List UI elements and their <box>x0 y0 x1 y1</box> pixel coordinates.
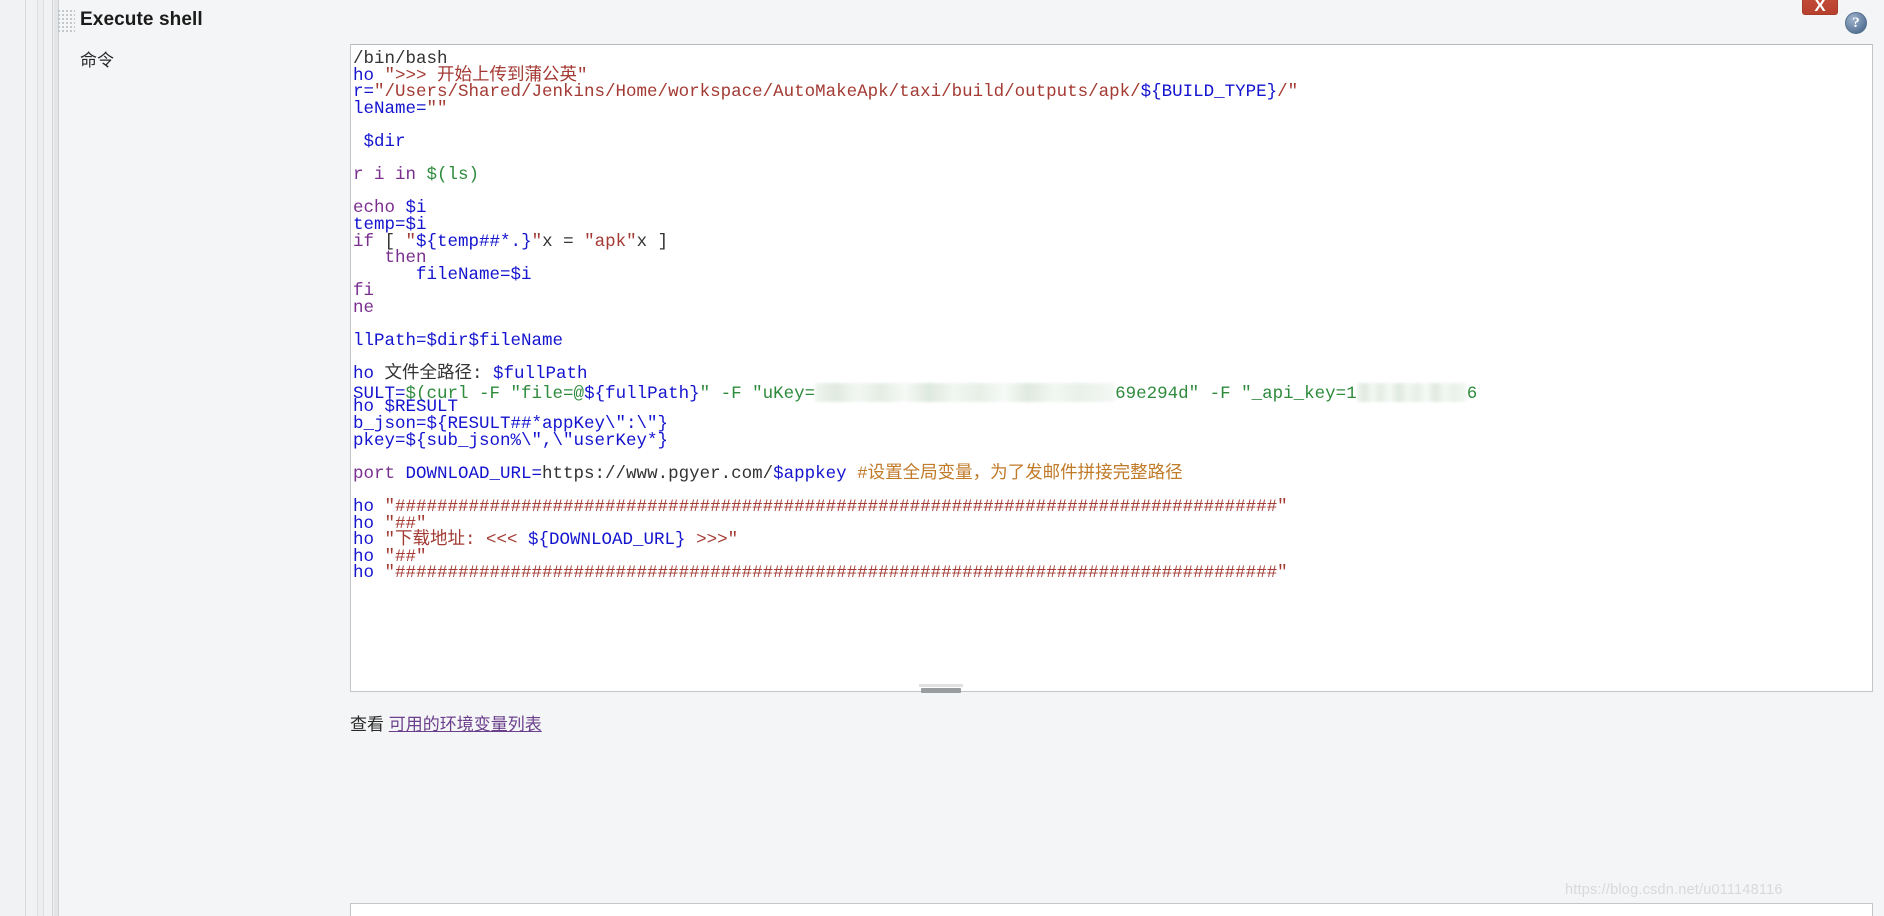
code-token: ${DOWNLOAD_URL} <box>528 530 686 551</box>
page-title: Execute shell <box>80 9 203 30</box>
code-token: 6 <box>1466 383 1478 404</box>
code-token: ${BUILD_TYPE} <box>1140 82 1278 103</box>
code-line: then <box>353 249 1872 267</box>
code-token: x ] <box>636 231 669 252</box>
code-token: llPath= <box>353 331 427 352</box>
code-line: fileName=$i <box>353 264 1872 285</box>
code-token: "file=@ <box>510 383 585 404</box>
redacted-key <box>815 382 1116 402</box>
code-token: 文件全路径: <box>384 364 494 385</box>
code-line: fi <box>353 283 1872 301</box>
code-token: DOWNLOAD_URL= <box>405 463 543 484</box>
code-token: leName= <box>353 98 427 119</box>
code-token: ho <box>353 364 385 385</box>
code-token: "_api_key=1 <box>1241 383 1357 404</box>
code-token: #设置全局变量，为了发邮件拼接完整路径 <box>846 463 1183 484</box>
redacted-key <box>1356 382 1467 402</box>
env-vars-prefix: 查看 <box>350 715 384 734</box>
code-token: ne <box>353 297 375 318</box>
code-line: r i in $(ls) <box>353 165 1872 186</box>
code-line: llPath=$dir$fileName <box>353 331 1872 352</box>
close-icon[interactable]: X <box>1802 0 1838 15</box>
code-token: $dir$fileName <box>426 331 564 352</box>
command-textarea[interactable]: /bin/bash ho ">>> 开始上传到蒲公英" r="/Users/Shar… <box>350 44 1873 692</box>
code-token: ho <box>353 563 385 584</box>
help-icon[interactable]: ? <box>1845 12 1867 34</box>
code-line: echo $i <box>353 200 1872 218</box>
command-script-content: /bin/bash ho ">>> 开始上传到蒲公英" r="/Users/Shar… <box>351 50 1872 584</box>
code-line: ho "下载地址: <<< ${DOWNLOAD_URL} >>>" <box>353 530 1872 551</box>
code-token: ${temp##*.} <box>416 231 532 252</box>
code-line: r="/Users/Shared/Jenkins/Home/workspace/… <box>353 82 1872 103</box>
code-token: ${fullPath} <box>584 383 700 404</box>
code-token: /" <box>1277 82 1299 103</box>
code-token: x = <box>542 231 585 252</box>
code-token: in <box>395 165 427 186</box>
code-token: $fullPath <box>493 364 588 385</box>
code-token: ${sub_json%\",\"userKey*} <box>405 430 669 451</box>
drag-handle-icon[interactable] <box>57 9 75 33</box>
code-token: https://www.pgyer.com/ <box>542 463 774 484</box>
code-line: leName="" <box>353 98 1872 119</box>
left-rail-outer <box>25 0 26 916</box>
code-line: ho "####################################… <box>353 563 1872 584</box>
code-line: ho 文件全路径: $fullPath <box>353 364 1872 385</box>
env-vars-link[interactable]: 可用的环境变量列表 <box>389 715 542 734</box>
code-token: "#######################################… <box>384 563 1288 584</box>
next-field-input[interactable] <box>350 903 1873 916</box>
code-token: $dir <box>363 131 406 152</box>
code-token: 69e294d" <box>1115 383 1210 404</box>
left-rail-edge <box>58 0 59 916</box>
textarea-resize-handle[interactable] <box>919 684 963 693</box>
code-token: -F <box>720 383 753 404</box>
code-token: "uKey= <box>752 383 816 404</box>
code-token: "apk" <box>584 231 637 252</box>
code-line: $dir <box>353 131 1872 152</box>
code-token: port <box>353 463 406 484</box>
code-line: SULT=$(curl -F "file=@${fullPath}" -F "u… <box>353 382 1872 403</box>
code-token: "" <box>426 98 448 119</box>
code-token: >>>" <box>685 530 739 551</box>
env-vars-row: 查看 可用的环境变量列表 <box>350 710 542 735</box>
code-token: $i <box>510 264 532 285</box>
code-line: ne <box>353 297 1872 318</box>
code-token: "/Users/Shared/Jenkins/Home/workspace/Au… <box>374 82 1141 103</box>
code-line: ho "####################################… <box>353 497 1872 518</box>
code-token: -F <box>1209 383 1242 404</box>
code-line: if [ "${temp##*.}"x = "apk"x ] <box>353 231 1872 252</box>
execute-shell-panel: Execute shell 命令 X ? /bin/bash ho ">>> 开始… <box>0 0 1884 916</box>
code-token: $(ls) <box>426 165 480 186</box>
code-token: -F <box>479 383 511 404</box>
code-token: r i <box>353 165 396 186</box>
code-line: port DOWNLOAD_URL=https://www.pgyer.com/… <box>353 463 1872 484</box>
code-token: pkey= <box>353 430 406 451</box>
code-token: $appkey <box>773 463 847 484</box>
code-token: fileName= <box>353 264 511 285</box>
left-rail-divider <box>52 0 53 916</box>
code-token: " <box>531 231 543 252</box>
watermark: https://blog.csdn.net/u011148116 <box>1565 882 1783 898</box>
code-line: pkey=${sub_json%\",\"userKey*} <box>353 430 1872 451</box>
left-rail-gutter <box>37 0 44 916</box>
code-token: " <box>699 383 721 404</box>
code-token: "#######################################… <box>384 497 1288 518</box>
command-field-label: 命令 <box>80 51 114 70</box>
